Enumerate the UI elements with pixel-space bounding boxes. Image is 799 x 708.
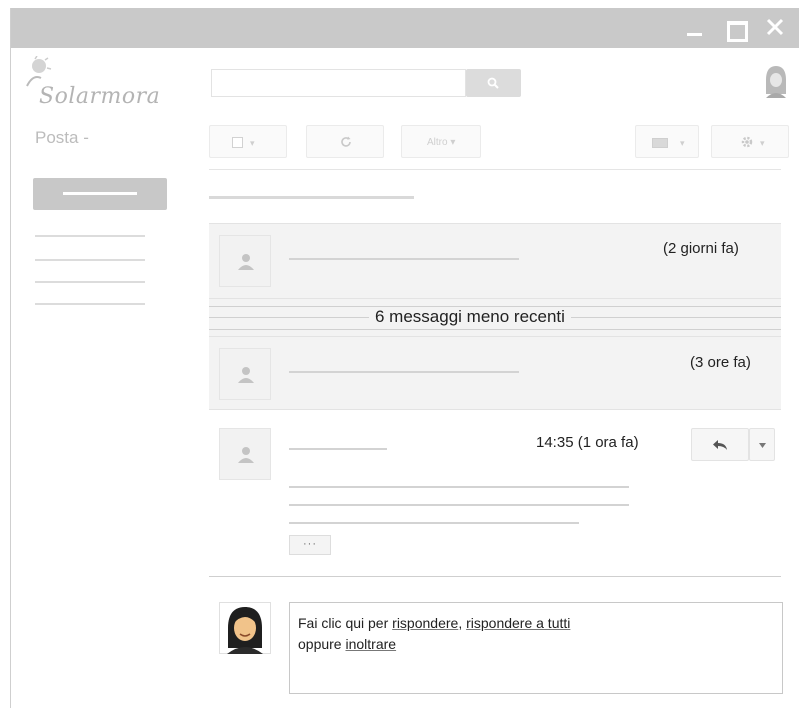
message-time: (3 ore fa) <box>690 354 751 371</box>
logo-text: Solarmora <box>39 84 161 109</box>
body-line-placeholder <box>289 504 629 506</box>
search-button[interactable] <box>466 69 521 97</box>
reply-divider <box>209 576 781 577</box>
open-message: 14:35 (1 ora fa) ··· <box>209 410 781 578</box>
thread-subject-placeholder <box>209 196 414 199</box>
collapsed-line-bottom <box>209 329 781 330</box>
compose-button[interactable] <box>33 178 167 210</box>
more-actions-label: Altro ▾ <box>427 137 456 148</box>
sender-avatar <box>219 348 271 400</box>
sender-placeholder <box>289 448 387 450</box>
collapsed-messages-bar[interactable]: 6 messaggi meno recenti <box>209 299 781 336</box>
settings-caret-icon: ▾ <box>760 138 765 148</box>
reply-prompt-box[interactable]: Fai clic qui per rispondere, rispondere … <box>289 602 783 694</box>
toolbar-divider <box>209 169 781 170</box>
body-line-placeholder <box>289 522 579 524</box>
person-icon <box>238 447 254 463</box>
reply-all-link[interactable]: rispondere a tutti <box>466 615 570 631</box>
search-input[interactable] <box>211 69 466 97</box>
keyboard-icon <box>652 138 668 148</box>
more-options-button[interactable] <box>749 428 775 461</box>
sender-avatar <box>219 235 271 287</box>
message-time: (2 giorni fa) <box>663 240 739 257</box>
input-tools-button[interactable]: ▾ <box>635 125 699 158</box>
logo[interactable]: Solarmora <box>25 56 195 114</box>
reply-button[interactable] <box>691 428 749 461</box>
forward-link[interactable]: inoltrare <box>345 636 396 652</box>
message-row[interactable]: (2 giorni fa) <box>209 223 781 299</box>
select-caret-icon: ▾ <box>250 138 255 148</box>
refresh-icon <box>341 136 351 147</box>
sidebar-item-2[interactable] <box>35 259 145 261</box>
title-bar <box>11 8 799 48</box>
mail-menu[interactable]: Posta - <box>35 128 89 148</box>
maximize-icon[interactable] <box>721 14 749 42</box>
browser-window: Solarmora Posta - ▾ Altro ▾ ▾ ▾ (2 giorn… <box>10 8 799 708</box>
sender-placeholder <box>289 371 519 373</box>
keyboard-caret-icon: ▾ <box>680 138 685 148</box>
select-button[interactable]: ▾ <box>209 125 287 158</box>
collapsed-messages-label: 6 messaggi meno recenti <box>369 307 571 327</box>
search-icon <box>487 77 499 89</box>
person-icon <box>238 367 254 383</box>
reply-icon <box>713 440 727 450</box>
reply-prompt-middle: oppure <box>298 636 346 652</box>
show-trimmed-content-button[interactable]: ··· <box>289 535 331 555</box>
user-avatar-icon[interactable] <box>763 64 789 98</box>
my-avatar-icon <box>219 602 271 654</box>
message-row[interactable]: (3 ore fa) <box>209 336 781 410</box>
chevron-down-icon <box>759 443 766 448</box>
refresh-button[interactable] <box>306 125 384 158</box>
sidebar-item-1[interactable] <box>35 235 145 237</box>
close-icon[interactable] <box>761 14 789 42</box>
person-icon <box>238 254 254 270</box>
minimize-icon[interactable] <box>681 14 709 42</box>
sidebar-item-4[interactable] <box>35 303 145 305</box>
sender-avatar <box>219 428 271 480</box>
reply-prompt-prefix: Fai clic qui per <box>298 615 393 631</box>
gear-icon <box>741 136 753 148</box>
more-actions-button[interactable]: Altro ▾ <box>401 125 481 158</box>
reply-link[interactable]: rispondere <box>392 615 458 631</box>
sender-placeholder <box>289 258 519 260</box>
checkbox-icon <box>232 137 243 148</box>
reply-prompt-comma: , <box>458 615 467 631</box>
sidebar-item-3[interactable] <box>35 281 145 283</box>
body-line-placeholder <box>289 486 629 488</box>
message-time: 14:35 (1 ora fa) <box>536 434 639 451</box>
settings-button[interactable]: ▾ <box>711 125 789 158</box>
